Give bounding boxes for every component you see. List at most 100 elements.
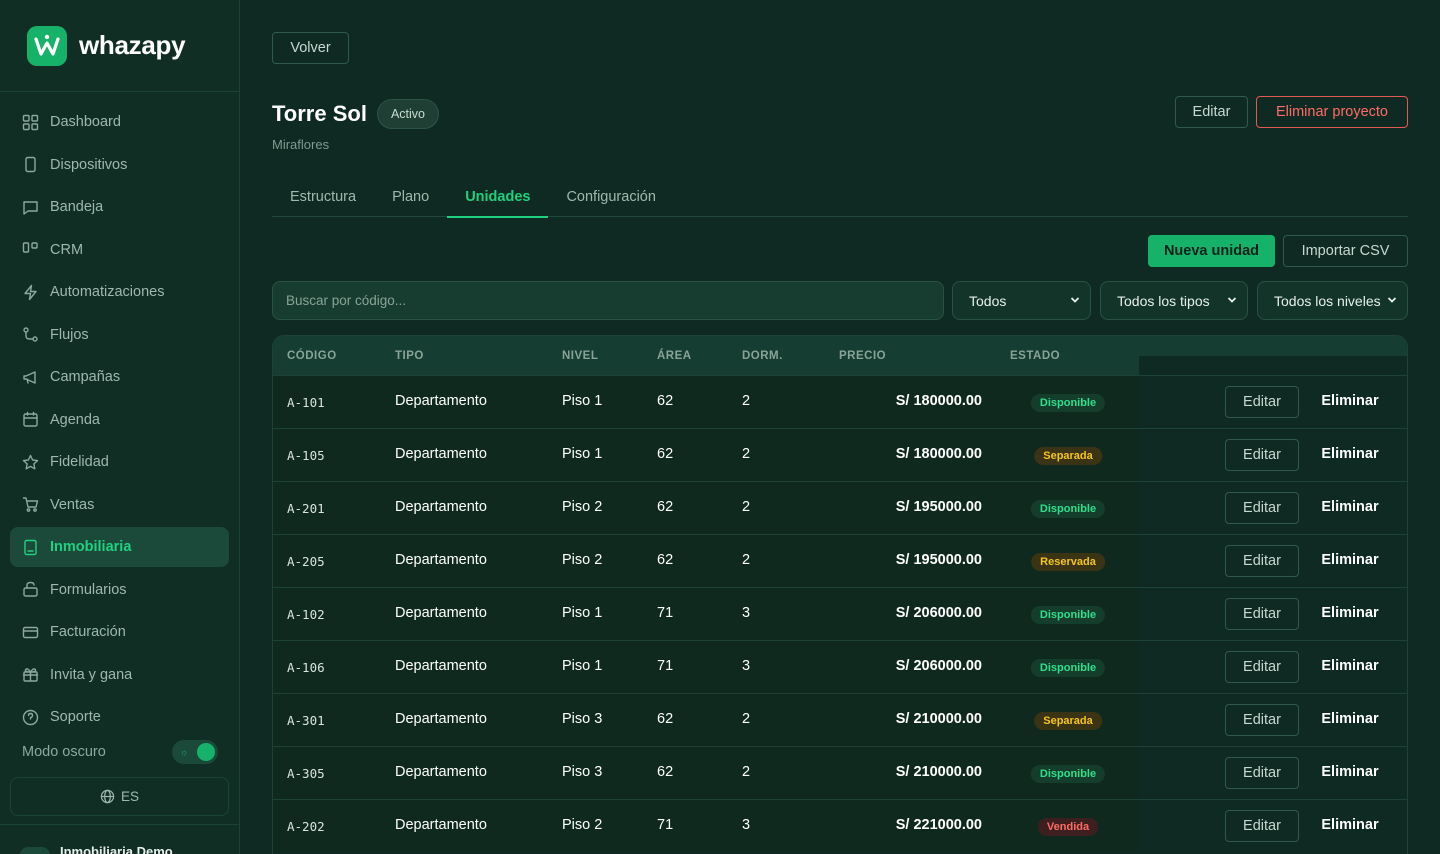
chevron-down-icon: [1387, 297, 1397, 303]
unit-type: Departamento: [395, 658, 487, 674]
dark-mode-toggle[interactable]: ☼: [172, 740, 218, 764]
sidebar-item-agenda[interactable]: Agenda: [10, 400, 229, 440]
chevron-down-icon: [1227, 297, 1237, 303]
sidebar-item-label: Dispositivos: [50, 156, 128, 173]
sidebar-item-label: Inmobiliaria: [50, 539, 132, 555]
edit-unit-button[interactable]: Editar: [1225, 704, 1299, 736]
sun-icon: ☼: [180, 747, 189, 757]
gift-icon: [22, 668, 39, 682]
language-label: ES: [120, 789, 139, 804]
tab-plano[interactable]: Plano: [374, 176, 447, 217]
edit-unit-button[interactable]: Editar: [1225, 439, 1299, 471]
sidebar-item-ventas[interactable]: Ventas: [10, 485, 229, 525]
status-badge: Reservada: [1031, 553, 1105, 571]
megaphone-icon: [23, 370, 36, 384]
table-row: A-301 Departamento Piso 3 62 2 S/ 210000.00 Se…: [273, 693, 1407, 746]
flow-icon: [23, 327, 38, 342]
type-filter-select[interactable]: Todos los tipos: [1100, 281, 1248, 320]
form-icon: [23, 581, 38, 597]
status-badge: Separada: [1034, 712, 1102, 730]
brand-name: whazapy: [79, 30, 186, 60]
card-icon: [22, 626, 39, 638]
delete-unit-button[interactable]: Eliminar: [1313, 658, 1387, 674]
sidebar-item-fidelidad[interactable]: Fidelidad: [10, 442, 229, 482]
sidebar: whazapy Dashboard Dispositivos Bandeja CRM A…: [0, 0, 240, 854]
sidebar-item-invita-y-gana[interactable]: Invita y gana: [10, 655, 229, 695]
unit-code: A-205: [287, 554, 325, 569]
sidebar-item-facturación[interactable]: Facturación: [10, 612, 229, 652]
edit-project-button[interactable]: Editar: [1175, 96, 1248, 128]
edit-unit-button[interactable]: Editar: [1225, 492, 1299, 524]
delete-unit-button[interactable]: Eliminar: [1313, 552, 1387, 568]
unit-price: S/ 180000.00: [895, 446, 982, 462]
sidebar-item-formularios[interactable]: Formularios: [10, 570, 229, 610]
unit-type: Departamento: [395, 393, 487, 409]
table-header-extension: [1139, 336, 1407, 356]
unit-code: A-305: [287, 766, 325, 781]
unit-type: Departamento: [395, 764, 487, 780]
status-filter-select[interactable]: Todos: [952, 281, 1091, 320]
table-row: A-305 Departamento Piso 3 62 2 S/ 210000.00 Di…: [273, 746, 1407, 799]
unit-code: A-102: [287, 607, 325, 622]
edit-unit-button[interactable]: Editar: [1225, 810, 1299, 842]
edit-unit-button[interactable]: Editar: [1225, 757, 1299, 789]
delete-unit-button[interactable]: Eliminar: [1313, 499, 1387, 515]
new-unit-button[interactable]: Nueva unidad: [1148, 235, 1275, 267]
delete-unit-button[interactable]: Eliminar: [1313, 605, 1387, 621]
edit-unit-button[interactable]: Editar: [1225, 386, 1299, 418]
sidebar-item-label: Ventas: [50, 496, 95, 513]
unit-area: 62: [657, 711, 674, 727]
delete-unit-button[interactable]: Eliminar: [1313, 817, 1387, 833]
units-table: CÓDIGO TIPO NIVEL ÁREA DORM. PRECIO ESTA…: [272, 335, 1408, 854]
language-button[interactable]: ES: [10, 777, 229, 816]
level-filter-select[interactable]: Todos los niveles: [1257, 281, 1408, 320]
unit-price: S/ 210000.00: [895, 711, 982, 727]
sidebar-item-inmobiliaria[interactable]: Inmobiliaria: [10, 527, 229, 567]
search-input[interactable]: [272, 281, 944, 320]
delete-unit-button[interactable]: Eliminar: [1313, 393, 1387, 409]
column-header: ESTADO: [1010, 350, 1061, 362]
tab-unidades[interactable]: Unidades: [447, 176, 549, 218]
account-footer[interactable]: Inmobiliaria Demo: [0, 824, 239, 854]
sidebar-item-campañas[interactable]: Campañas: [10, 357, 229, 397]
sidebar-item-crm[interactable]: CRM: [10, 230, 229, 270]
sidebar-item-label: CRM: [50, 241, 84, 258]
edit-unit-button[interactable]: Editar: [1225, 651, 1299, 683]
unit-code: A-106: [287, 660, 325, 675]
unit-price: S/ 195000.00: [895, 499, 982, 515]
sidebar-item-bandeja[interactable]: Bandeja: [10, 187, 229, 227]
column-header: NIVEL: [562, 350, 599, 362]
status-badge: Disponible: [1030, 500, 1106, 518]
brand[interactable]: whazapy: [0, 0, 239, 92]
back-button[interactable]: Volver: [272, 32, 349, 64]
sidebar-item-label: Soporte: [50, 709, 101, 725]
import-csv-button[interactable]: Importar CSV: [1283, 235, 1408, 267]
account-name: Inmobiliaria Demo: [60, 844, 173, 854]
status-badge: Disponible: [1030, 765, 1106, 783]
status-badge: Activo: [376, 99, 439, 129]
unit-area: 62: [657, 446, 674, 462]
status-badge: Vendida: [1037, 818, 1099, 836]
delete-unit-button[interactable]: Eliminar: [1313, 764, 1387, 780]
delete-project-button[interactable]: Eliminar proyecto: [1256, 96, 1408, 128]
table-row: A-205 Departamento Piso 2 62 2 S/ 195000.00 Re…: [273, 534, 1407, 587]
status-badge: Disponible: [1030, 659, 1106, 677]
sidebar-item-soporte[interactable]: Soporte: [10, 697, 229, 737]
sidebar-item-label: Fidelidad: [50, 454, 109, 470]
unit-level: Piso 2: [562, 552, 603, 568]
sidebar-item-label: Invita y gana: [50, 666, 133, 683]
sidebar-item-automatizaciones[interactable]: Automatizaciones: [10, 272, 229, 312]
table-header: CÓDIGO TIPO NIVEL ÁREA DORM. PRECIO ESTA…: [273, 336, 1139, 375]
sidebar-item-dispositivos[interactable]: Dispositivos: [10, 145, 229, 185]
unit-type: Departamento: [395, 605, 487, 621]
edit-unit-button[interactable]: Editar: [1225, 545, 1299, 577]
sidebar-item-flujos[interactable]: Flujos: [10, 315, 229, 355]
delete-unit-button[interactable]: Eliminar: [1313, 711, 1387, 727]
chat-icon: [23, 200, 38, 215]
unit-area: 62: [657, 552, 674, 568]
sidebar-item-dashboard[interactable]: Dashboard: [10, 102, 229, 142]
delete-unit-button[interactable]: Eliminar: [1313, 446, 1387, 462]
edit-unit-button[interactable]: Editar: [1225, 598, 1299, 630]
tab-configuraci-n[interactable]: Configuración: [548, 176, 673, 217]
tab-estructura[interactable]: Estructura: [272, 176, 374, 217]
